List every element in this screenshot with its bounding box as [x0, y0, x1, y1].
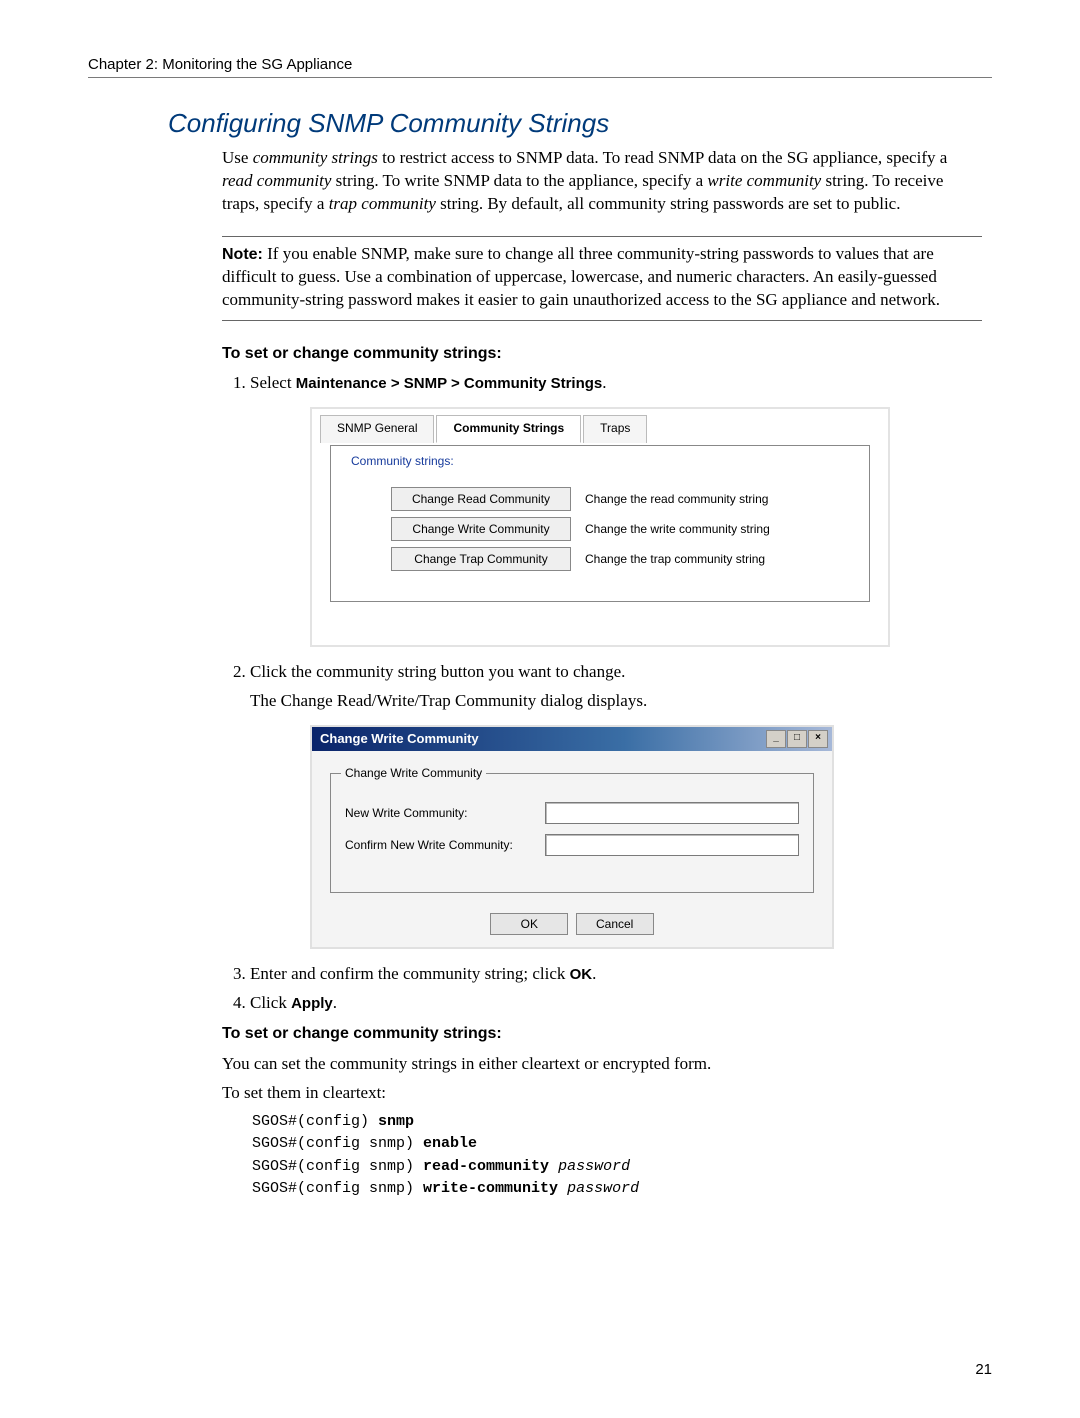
- label-confirm-community: Confirm New Write Community:: [345, 837, 545, 853]
- dialog-fieldset: Change Write Community New Write Communi…: [330, 773, 814, 893]
- after-p2: To set them in cleartext:: [222, 1082, 982, 1105]
- note: Note: If you enable SNMP, make sure to c…: [222, 243, 982, 312]
- text-bold: Maintenance > SNMP > Community Strings: [296, 375, 602, 392]
- text-italic: community strings: [253, 148, 378, 167]
- cli-prompt: SGOS#(config snmp): [252, 1180, 423, 1197]
- body-block: Use community strings to restrict access…: [222, 147, 982, 1201]
- change-trap-community-button[interactable]: Change Trap Community: [391, 547, 571, 571]
- cli-line-4: SGOS#(config snmp) write-community passw…: [252, 1178, 982, 1201]
- text: string. By default, all community string…: [436, 194, 901, 213]
- step-1: Select Maintenance > SNMP > Community St…: [250, 372, 982, 647]
- text: Use: [222, 148, 253, 167]
- cli-cmd: read-community: [423, 1158, 558, 1175]
- dialog-body: Change Write Community New Write Communi…: [312, 751, 832, 947]
- step-2: Click the community string button you wa…: [250, 661, 982, 949]
- note-label: Note:: [222, 246, 263, 263]
- cli-cmd: enable: [423, 1135, 477, 1152]
- tab-snmp-general[interactable]: SNMP General: [320, 415, 434, 443]
- cli-prompt: SGOS#(config): [252, 1113, 378, 1130]
- row-confirm-community: Confirm New Write Community:: [345, 834, 799, 856]
- text: .: [333, 993, 337, 1012]
- page: Chapter 2: Monitoring the SG Appliance C…: [0, 0, 1080, 1418]
- change-write-community-button[interactable]: Change Write Community: [391, 517, 571, 541]
- cli-line-3: SGOS#(config snmp) read-community passwo…: [252, 1156, 982, 1179]
- cli-prompt: SGOS#(config snmp): [252, 1135, 423, 1152]
- row-write: Change Write Community Change the write …: [391, 517, 849, 541]
- cli-cmd: snmp: [378, 1113, 414, 1130]
- tab-traps[interactable]: Traps: [583, 415, 647, 443]
- row-new-community: New Write Community:: [345, 802, 799, 824]
- note-rule-top: [222, 236, 982, 237]
- tab-bar: SNMP General Community Strings Traps: [320, 415, 880, 443]
- step-4: Click Apply.: [250, 992, 982, 1015]
- chapter-header: Chapter 2: Monitoring the SG Appliance: [88, 56, 992, 73]
- subhead-set-change-1: To set or change community strings:: [222, 343, 982, 365]
- note-text: If you enable SNMP, make sure to change …: [222, 244, 940, 309]
- text: to restrict access to SNMP data. To read…: [378, 148, 947, 167]
- maximize-icon[interactable]: □: [787, 730, 807, 748]
- desc-read: Change the read community string: [585, 491, 768, 507]
- cli-arg: password: [567, 1180, 639, 1197]
- desc-write: Change the write community string: [585, 521, 770, 537]
- text-italic: write community: [707, 171, 821, 190]
- steps-list-1: Select Maintenance > SNMP > Community St…: [222, 372, 982, 1015]
- change-read-community-button[interactable]: Change Read Community: [391, 487, 571, 511]
- text: Enter and confirm the community string; …: [250, 964, 570, 983]
- close-icon[interactable]: ×: [808, 730, 828, 748]
- row-trap: Change Trap Community Change the trap co…: [391, 547, 849, 571]
- desc-trap: Change the trap community string: [585, 551, 765, 567]
- cli-block: SGOS#(config) snmp SGOS#(config snmp) en…: [252, 1111, 982, 1201]
- window-buttons: _ □ ×: [766, 730, 828, 748]
- text-bold: Apply: [291, 995, 333, 1012]
- input-new-community[interactable]: [545, 802, 799, 824]
- cli-line-1: SGOS#(config) snmp: [252, 1111, 982, 1134]
- step-3: Enter and confirm the community string; …: [250, 963, 982, 986]
- dialog-titlebar: Change Write Community _ □ ×: [312, 727, 832, 751]
- text-italic: read community: [222, 171, 331, 190]
- text: string. To write SNMP data to the applia…: [331, 171, 707, 190]
- row-read: Change Read Community Change the read co…: [391, 487, 849, 511]
- community-legend: Community strings:: [347, 453, 458, 469]
- tab-community-strings[interactable]: Community Strings: [436, 415, 581, 443]
- after-p1: You can set the community strings in eit…: [222, 1053, 982, 1076]
- cli-cmd: write-community: [423, 1180, 567, 1197]
- cli-line-2: SGOS#(config snmp) enable: [252, 1133, 982, 1156]
- text: The Change Read/Write/Trap Community dia…: [250, 690, 982, 713]
- ok-button[interactable]: OK: [490, 913, 568, 935]
- minimize-icon[interactable]: _: [766, 730, 786, 748]
- cancel-button[interactable]: Cancel: [576, 913, 654, 935]
- text: Select: [250, 373, 296, 392]
- text: Click the community string button you wa…: [250, 661, 982, 684]
- dialog-title: Change Write Community: [320, 730, 479, 748]
- text: Click: [250, 993, 291, 1012]
- intro-paragraph: Use community strings to restrict access…: [222, 147, 982, 216]
- community-fieldset: Community strings: Change Read Community…: [330, 445, 870, 602]
- dialog-legend: Change Write Community: [341, 765, 486, 781]
- screenshot-change-write-dialog: Change Write Community _ □ × Change Writ…: [310, 725, 834, 949]
- note-rule-bottom: [222, 320, 982, 321]
- header-rule: [88, 77, 992, 78]
- page-number: 21: [88, 1361, 992, 1378]
- cli-prompt: SGOS#(config snmp): [252, 1158, 423, 1175]
- section-title: Configuring SNMP Community Strings: [168, 108, 992, 139]
- label-new-community: New Write Community:: [345, 805, 545, 821]
- text: .: [592, 964, 596, 983]
- text: .: [602, 373, 606, 392]
- cli-arg: password: [558, 1158, 630, 1175]
- subhead-set-change-2: To set or change community strings:: [222, 1023, 982, 1045]
- text-italic: trap community: [329, 194, 436, 213]
- input-confirm-community[interactable]: [545, 834, 799, 856]
- text-bold: OK: [570, 966, 593, 983]
- screenshot-community-tabs: SNMP General Community Strings Traps Com…: [310, 407, 890, 647]
- dialog-buttons: OK Cancel: [330, 913, 814, 935]
